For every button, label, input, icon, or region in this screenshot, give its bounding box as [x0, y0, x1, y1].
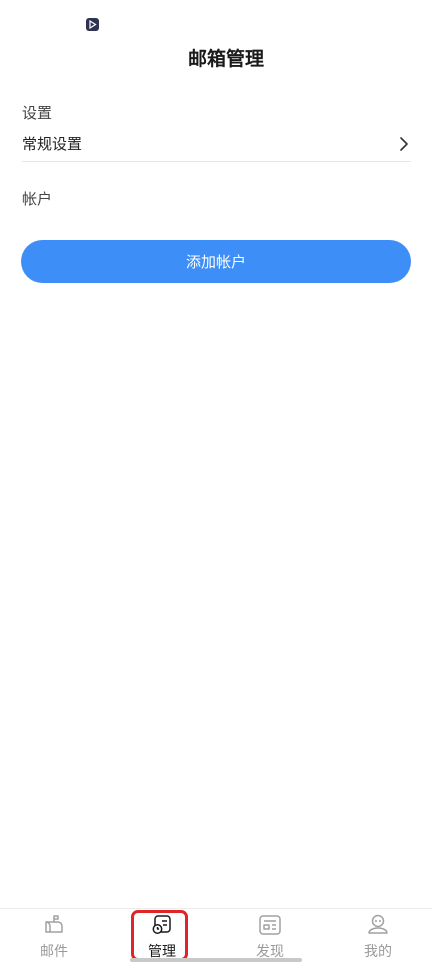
tab-mail[interactable]: 邮件: [19, 913, 89, 963]
active-tab-highlight: [131, 910, 188, 961]
general-settings-label: 常规设置: [22, 135, 83, 153]
tab-profile-label: 我的: [364, 944, 392, 960]
mailbox-icon: [42, 913, 66, 937]
settings-section-label: 设置: [22, 104, 53, 122]
account-section-label: 帐户: [22, 190, 53, 208]
general-settings-row[interactable]: 常规设置: [22, 126, 411, 162]
tab-profile[interactable]: 我的: [343, 913, 413, 963]
home-indicator[interactable]: [130, 958, 302, 962]
bottom-tab-bar: 邮件 管理 发现 我的: [0, 908, 432, 965]
play-icon: [89, 20, 97, 29]
chevron-right-icon: [397, 136, 411, 151]
page-title: 邮箱管理: [187, 48, 264, 70]
tab-discover[interactable]: 发现: [235, 913, 305, 963]
app-notification-icon: [86, 18, 99, 31]
profile-icon: [366, 913, 390, 937]
tab-mail-label: 邮件: [40, 944, 68, 960]
news-icon: [258, 913, 282, 937]
add-account-button[interactable]: 添加帐户: [21, 240, 411, 283]
